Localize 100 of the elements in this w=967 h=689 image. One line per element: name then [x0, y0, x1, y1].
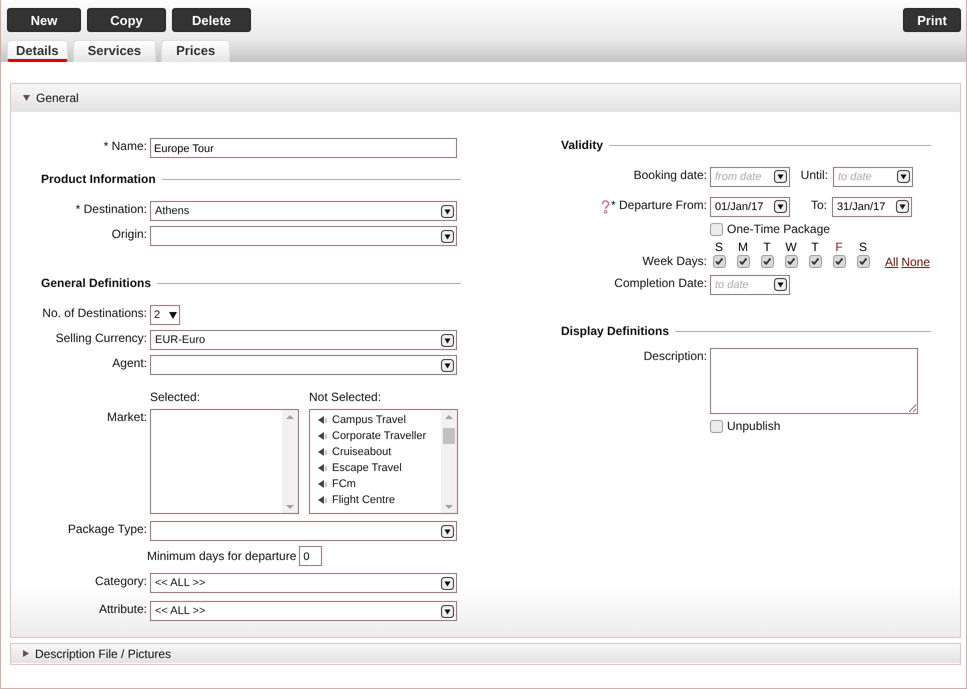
- toolbar-button[interactable]: Delete: [172, 8, 251, 32]
- date-field[interactable]: 01/Jan/17: [710, 197, 790, 217]
- caret-icon: [441, 576, 454, 590]
- field-label: * Departure From:: [610, 197, 707, 214]
- move-left-icon[interactable]: [318, 464, 327, 472]
- date-field[interactable]: 31/Jan/17: [832, 197, 912, 217]
- list-item[interactable]: Corporate Traveller: [332, 430, 426, 442]
- panel-title[interactable]: General: [36, 91, 79, 105]
- caret-icon: [441, 358, 454, 372]
- weekday-letter: T: [811, 241, 819, 254]
- caret-icon: [441, 204, 454, 218]
- weekday-letter: W: [785, 241, 797, 254]
- weekday-letter: S: [858, 241, 867, 254]
- checkbox[interactable]: [710, 420, 723, 432]
- print-button[interactable]: Print: [903, 8, 961, 32]
- date-field[interactable]: to date: [833, 167, 913, 187]
- checkbox[interactable]: [832, 255, 846, 268]
- field-label: Market:: [106, 409, 148, 425]
- checkbox-label: Unpublish: [727, 419, 780, 433]
- checkbox-label: One-Time Package: [727, 222, 830, 236]
- checkbox[interactable]: [736, 255, 750, 268]
- caret-icon: [441, 524, 454, 538]
- scrollbar[interactable]: [282, 410, 298, 513]
- dropdown-field[interactable]: << ALL >>: [150, 601, 457, 621]
- list-heading: Selected:: [150, 390, 202, 404]
- toolbar-button[interactable]: Copy: [87, 8, 166, 32]
- date-field[interactable]: to date: [710, 275, 790, 295]
- list-item[interactable]: Flight Centre: [332, 494, 395, 506]
- weekday-letter: T: [763, 241, 771, 254]
- section-heading: Display Definitions: [561, 324, 670, 338]
- list-item[interactable]: Campus Travel: [332, 414, 406, 426]
- calendar-dropdown-icon[interactable]: [897, 170, 910, 183]
- checkbox[interactable]: [712, 255, 726, 268]
- field-label: Agent:: [111, 355, 148, 371]
- move-left-icon[interactable]: [318, 480, 327, 488]
- checkbox[interactable]: [856, 255, 870, 268]
- field-label: Week Days:: [642, 253, 708, 269]
- field-label: * Destination:: [74, 201, 148, 217]
- list-item[interactable]: FCm: [332, 478, 356, 490]
- help-icon[interactable]: [600, 200, 610, 214]
- link[interactable]: All: [885, 255, 898, 269]
- dropdown-field[interactable]: [150, 226, 457, 246]
- section-heading: General Definitions: [41, 276, 152, 290]
- move-left-icon[interactable]: [318, 496, 327, 504]
- toolbar-button[interactable]: New: [7, 8, 81, 32]
- weekday-letter: F: [835, 241, 843, 254]
- checkbox[interactable]: [760, 255, 774, 268]
- expand-triangle-icon[interactable]: [23, 650, 29, 657]
- checkbox[interactable]: [784, 255, 798, 268]
- listbox[interactable]: [150, 409, 299, 514]
- field-label: Attribute:: [98, 601, 148, 617]
- weekday-letter: M: [738, 241, 748, 254]
- dropdown-field[interactable]: [150, 521, 457, 541]
- field-label: To:: [810, 197, 828, 213]
- tab[interactable]: Services: [72, 40, 156, 62]
- field-label: No. of Destinations:: [41, 305, 148, 321]
- caret-icon: [441, 230, 454, 242]
- list-item[interactable]: Cruiseabout: [332, 446, 392, 458]
- date-field[interactable]: from date: [710, 167, 790, 187]
- section-heading: Product Information: [41, 172, 156, 186]
- calendar-dropdown-icon[interactable]: [896, 200, 909, 213]
- dropdown-field[interactable]: [150, 355, 457, 375]
- collapse-triangle-icon[interactable]: [23, 95, 30, 101]
- calendar-dropdown-icon[interactable]: [774, 200, 787, 213]
- move-left-icon[interactable]: [318, 432, 327, 440]
- field-label: Selling Currency:: [54, 330, 148, 346]
- list-item[interactable]: Escape Travel: [332, 462, 402, 474]
- dropdown-field[interactable]: << ALL >>: [150, 573, 457, 593]
- caret-icon: [441, 334, 454, 346]
- move-left-icon[interactable]: [318, 416, 327, 424]
- dropdown-field[interactable]: EUR-Euro: [150, 330, 457, 350]
- field-label: Origin:: [110, 226, 148, 242]
- tab[interactable]: Details: [7, 40, 68, 62]
- list-heading: Not Selected:: [309, 390, 382, 404]
- field-label: Description:: [642, 348, 708, 364]
- field-label: Package Type:: [66, 521, 148, 537]
- name-field[interactable]: Europe Tour: [150, 138, 457, 158]
- calendar-dropdown-icon[interactable]: [774, 278, 787, 291]
- field-label: Completion Date:: [613, 275, 708, 291]
- field-label: Until:: [800, 167, 829, 183]
- field-label: * Name:: [102, 138, 148, 154]
- listbox[interactable]: Campus Travel Corporate Traveller Cruiseabout Escape Travel FCm Flight Centre: [309, 409, 458, 514]
- caret-icon: [169, 312, 177, 318]
- description-field[interactable]: [710, 348, 918, 414]
- checkbox[interactable]: [710, 222, 723, 236]
- dropdown-field[interactable]: 2: [150, 305, 180, 325]
- field-label: Category:: [94, 573, 148, 589]
- panel-title[interactable]: Description File / Pictures: [35, 646, 172, 660]
- minimum-days-field[interactable]: 0: [299, 546, 322, 566]
- dropdown-field[interactable]: Athens: [150, 201, 457, 221]
- tab[interactable]: Prices: [161, 40, 230, 62]
- section-heading: Validity: [561, 138, 604, 152]
- field-label: Booking date:: [632, 167, 708, 183]
- link[interactable]: None: [901, 255, 930, 269]
- caret-icon: [441, 604, 454, 618]
- checkbox[interactable]: [808, 255, 822, 268]
- move-left-icon[interactable]: [318, 448, 327, 456]
- scrollbar[interactable]: [441, 410, 457, 513]
- calendar-dropdown-icon[interactable]: [774, 170, 787, 183]
- weekday-letter: S: [714, 241, 723, 254]
